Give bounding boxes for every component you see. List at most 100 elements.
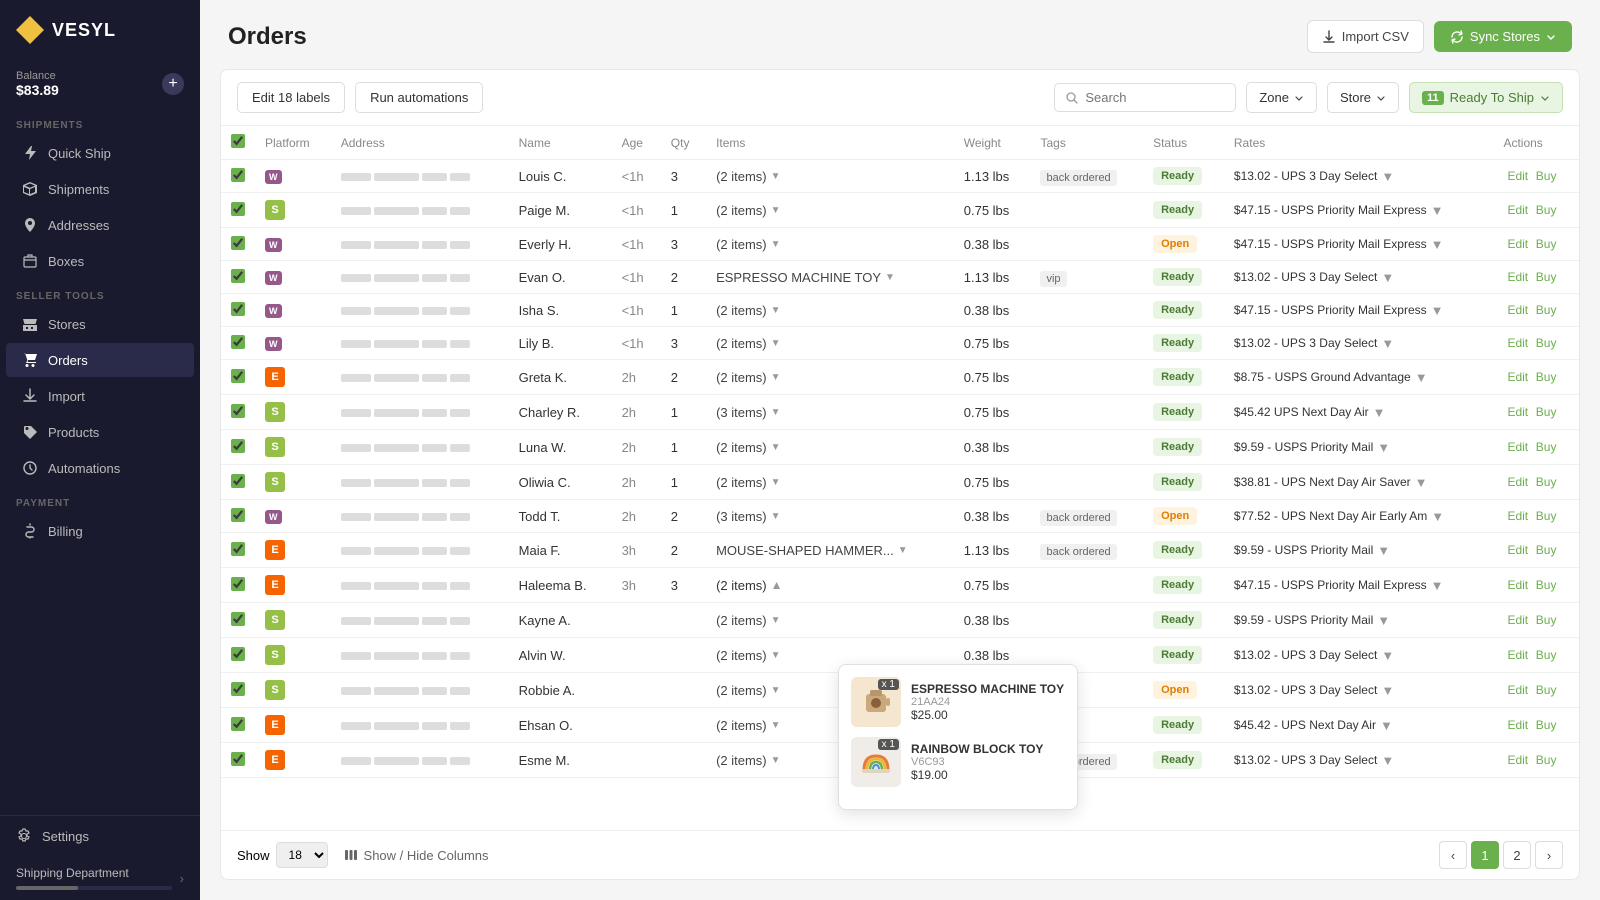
items-cell[interactable]: MOUSE-SHAPED HAMMER... ▼ xyxy=(716,543,944,558)
rate-chevron-icon[interactable]: ▼ xyxy=(1381,336,1394,351)
sync-stores-button[interactable]: Sync Stores xyxy=(1434,21,1572,52)
row-checkbox[interactable] xyxy=(231,508,245,522)
rate-chevron-icon[interactable]: ▼ xyxy=(1381,270,1394,285)
buy-button[interactable]: Buy xyxy=(1536,683,1557,697)
rate-chevron-icon[interactable]: ▼ xyxy=(1380,718,1393,733)
buy-button[interactable]: Buy xyxy=(1536,613,1557,627)
sidebar-item-orders[interactable]: Orders xyxy=(6,343,194,377)
sidebar-item-products[interactable]: Products xyxy=(6,415,194,449)
row-checkbox[interactable] xyxy=(231,577,245,591)
row-checkbox[interactable] xyxy=(231,474,245,488)
rate-chevron-icon[interactable]: ▼ xyxy=(1415,475,1428,490)
edit-button[interactable]: Edit xyxy=(1503,438,1532,456)
items-cell[interactable]: (2 items) ▼ xyxy=(716,370,944,385)
edit-button[interactable]: Edit xyxy=(1503,235,1532,253)
search-input[interactable] xyxy=(1085,90,1225,105)
run-automations-button[interactable]: Run automations xyxy=(355,82,483,113)
buy-button[interactable]: Buy xyxy=(1536,509,1557,523)
sidebar-item-boxes[interactable]: Boxes xyxy=(6,244,194,278)
sidebar-item-settings[interactable]: Settings xyxy=(0,816,200,856)
edit-button[interactable]: Edit xyxy=(1503,576,1532,594)
buy-button[interactable]: Buy xyxy=(1536,237,1557,251)
row-checkbox[interactable] xyxy=(231,647,245,661)
search-box[interactable] xyxy=(1054,83,1236,112)
row-checkbox[interactable] xyxy=(231,302,245,316)
ready-to-ship-button[interactable]: 11 Ready To Ship xyxy=(1409,82,1563,113)
prev-page-button[interactable]: ‹ xyxy=(1439,841,1467,869)
buy-button[interactable]: Buy xyxy=(1536,270,1557,284)
page-1-button[interactable]: 1 xyxy=(1471,841,1499,869)
row-checkbox[interactable] xyxy=(231,168,245,182)
edit-button[interactable]: Edit xyxy=(1503,646,1532,664)
edit-button[interactable]: Edit xyxy=(1503,268,1532,286)
rate-chevron-icon[interactable]: ▼ xyxy=(1415,370,1428,385)
rate-chevron-icon[interactable]: ▼ xyxy=(1431,509,1444,524)
buy-button[interactable]: Buy xyxy=(1536,648,1557,662)
row-checkbox[interactable] xyxy=(231,752,245,766)
buy-button[interactable]: Buy xyxy=(1536,475,1557,489)
buy-button[interactable]: Buy xyxy=(1536,169,1557,183)
rate-chevron-icon[interactable]: ▼ xyxy=(1381,753,1394,768)
select-all-checkbox[interactable] xyxy=(231,134,245,148)
row-checkbox[interactable] xyxy=(231,269,245,283)
edit-button[interactable]: Edit xyxy=(1503,301,1532,319)
row-checkbox[interactable] xyxy=(231,612,245,626)
row-checkbox[interactable] xyxy=(231,369,245,383)
buy-button[interactable]: Buy xyxy=(1536,718,1557,732)
store-filter-button[interactable]: Store xyxy=(1327,82,1399,113)
items-cell[interactable]: ESPRESSO MACHINE TOY ▼ xyxy=(716,270,944,285)
edit-button[interactable]: Edit xyxy=(1503,611,1532,629)
row-checkbox[interactable] xyxy=(231,404,245,418)
buy-button[interactable]: Buy xyxy=(1536,203,1557,217)
buy-button[interactable]: Buy xyxy=(1536,303,1557,317)
items-cell[interactable]: (2 items) ▼ xyxy=(716,203,944,218)
row-checkbox[interactable] xyxy=(231,236,245,250)
rate-chevron-icon[interactable]: ▼ xyxy=(1381,648,1394,663)
edit-labels-button[interactable]: Edit 18 labels xyxy=(237,82,345,113)
sidebar-item-quick-ship[interactable]: Quick Ship xyxy=(6,136,194,170)
row-checkbox[interactable] xyxy=(231,439,245,453)
rate-chevron-icon[interactable]: ▼ xyxy=(1381,683,1394,698)
buy-button[interactable]: Buy xyxy=(1536,370,1557,384)
edit-button[interactable]: Edit xyxy=(1503,167,1532,185)
edit-button[interactable]: Edit xyxy=(1503,716,1532,734)
show-hide-columns-button[interactable]: Show / Hide Columns xyxy=(344,848,489,863)
rate-chevron-icon[interactable]: ▼ xyxy=(1381,169,1394,184)
edit-button[interactable]: Edit xyxy=(1503,507,1532,525)
rate-chevron-icon[interactable]: ▼ xyxy=(1431,303,1444,318)
edit-button[interactable]: Edit xyxy=(1503,368,1532,386)
row-checkbox[interactable] xyxy=(231,335,245,349)
show-rows-select[interactable]: 18 25 50 xyxy=(276,842,328,868)
rate-chevron-icon[interactable]: ▼ xyxy=(1377,440,1390,455)
edit-button[interactable]: Edit xyxy=(1503,473,1532,491)
edit-button[interactable]: Edit xyxy=(1503,681,1532,699)
buy-button[interactable]: Buy xyxy=(1536,336,1557,350)
row-checkbox[interactable] xyxy=(231,682,245,696)
items-cell[interactable]: (2 items) ▼ xyxy=(716,440,944,455)
sidebar-item-stores[interactable]: Stores xyxy=(6,307,194,341)
row-checkbox[interactable] xyxy=(231,202,245,216)
sidebar-item-billing[interactable]: Billing xyxy=(6,514,194,548)
items-cell[interactable]: (2 items) ▼ xyxy=(716,303,944,318)
sidebar-item-import[interactable]: Import xyxy=(6,379,194,413)
items-cell[interactable]: (3 items) ▼ xyxy=(716,405,944,420)
buy-button[interactable]: Buy xyxy=(1536,405,1557,419)
edit-button[interactable]: Edit xyxy=(1503,403,1532,421)
edit-button[interactable]: Edit xyxy=(1503,334,1532,352)
sidebar-item-addresses[interactable]: Addresses xyxy=(6,208,194,242)
import-csv-button[interactable]: Import CSV xyxy=(1307,20,1424,53)
buy-button[interactable]: Buy xyxy=(1536,440,1557,454)
rate-chevron-icon[interactable]: ▼ xyxy=(1431,203,1444,218)
edit-button[interactable]: Edit xyxy=(1503,541,1532,559)
items-cell[interactable]: (2 items) ▼ xyxy=(716,648,944,663)
buy-button[interactable]: Buy xyxy=(1536,753,1557,767)
items-cell[interactable]: (2 items) ▼ xyxy=(716,475,944,490)
shipping-department[interactable]: Shipping Department › xyxy=(0,856,200,900)
add-balance-button[interactable]: + xyxy=(162,73,184,95)
rate-chevron-icon[interactable]: ▼ xyxy=(1377,613,1390,628)
rate-chevron-icon[interactable]: ▼ xyxy=(1431,578,1444,593)
items-cell[interactable]: (3 items) ▼ xyxy=(716,509,944,524)
next-page-button[interactable]: › xyxy=(1535,841,1563,869)
items-cell[interactable]: (2 items) ▲ xyxy=(716,578,944,593)
zone-filter-button[interactable]: Zone xyxy=(1246,82,1317,113)
